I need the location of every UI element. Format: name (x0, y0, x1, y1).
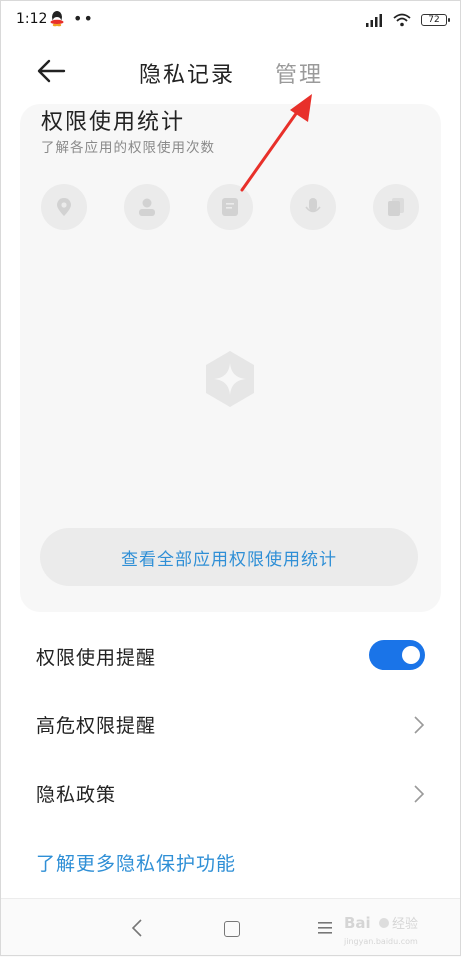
high-risk-reminder-label: 高危权限提醒 (36, 715, 157, 737)
signal-icon (366, 14, 382, 27)
card-subtitle: 了解各应用的权限使用次数 (41, 140, 215, 156)
toggle-knob (402, 646, 420, 664)
back-arrow-icon[interactable] (36, 56, 68, 86)
svg-text:Bai: Bai (344, 914, 371, 932)
contacts-icon (124, 184, 170, 230)
privacy-policy-label: 隐私政策 (36, 784, 117, 806)
permission-usage-reminder-row[interactable]: 权限使用提醒 (0, 627, 461, 687)
baidu-watermark-logo: Bai 经验 jingyan.baidu.com (343, 914, 418, 946)
battery-icon: 72 (421, 14, 450, 26)
notification-dots: •• (73, 9, 94, 28)
wifi-icon (393, 13, 411, 27)
qq-icon (50, 11, 64, 27)
nav-back-icon[interactable] (130, 918, 144, 938)
nav-home-icon[interactable] (224, 921, 240, 937)
view-all-label: 查看全部应用权限使用统计 (121, 549, 337, 570)
system-icons: 72 (365, 10, 450, 30)
nav-menu-icon[interactable] (318, 921, 332, 935)
files-icon (373, 184, 419, 230)
permission-stats-card: 权限使用统计 了解各应用的权限使用次数 查看全部应用权限使用统计 (20, 104, 441, 612)
svg-text:jingyan.baidu.com: jingyan.baidu.com (343, 937, 418, 946)
location-icon (41, 184, 87, 230)
page-title: 隐私记录 (139, 63, 236, 88)
privacy-logo-icon (206, 351, 254, 407)
status-bar: 1:12 •• 72 (0, 0, 461, 40)
view-all-permission-stats-button[interactable]: 查看全部应用权限使用统计 (40, 528, 418, 586)
learn-more-privacy-link[interactable]: 了解更多隐私保护功能 (36, 849, 236, 876)
privacy-policy-row[interactable]: 隐私政策 (0, 764, 461, 824)
svg-text:经验: 经验 (392, 916, 418, 932)
status-time: 1:12 (16, 11, 48, 27)
chevron-right-icon (414, 785, 425, 803)
battery-level: 72 (428, 15, 440, 25)
annotation-arrow (240, 94, 312, 192)
chevron-right-icon (414, 716, 425, 734)
high-risk-permission-reminder-row[interactable]: 高危权限提醒 (0, 695, 461, 755)
card-title: 权限使用统计 (41, 110, 186, 135)
usage-reminder-toggle[interactable] (369, 640, 425, 670)
manage-button[interactable]: 管理 (275, 57, 323, 89)
usage-reminder-label: 权限使用提醒 (36, 647, 157, 669)
